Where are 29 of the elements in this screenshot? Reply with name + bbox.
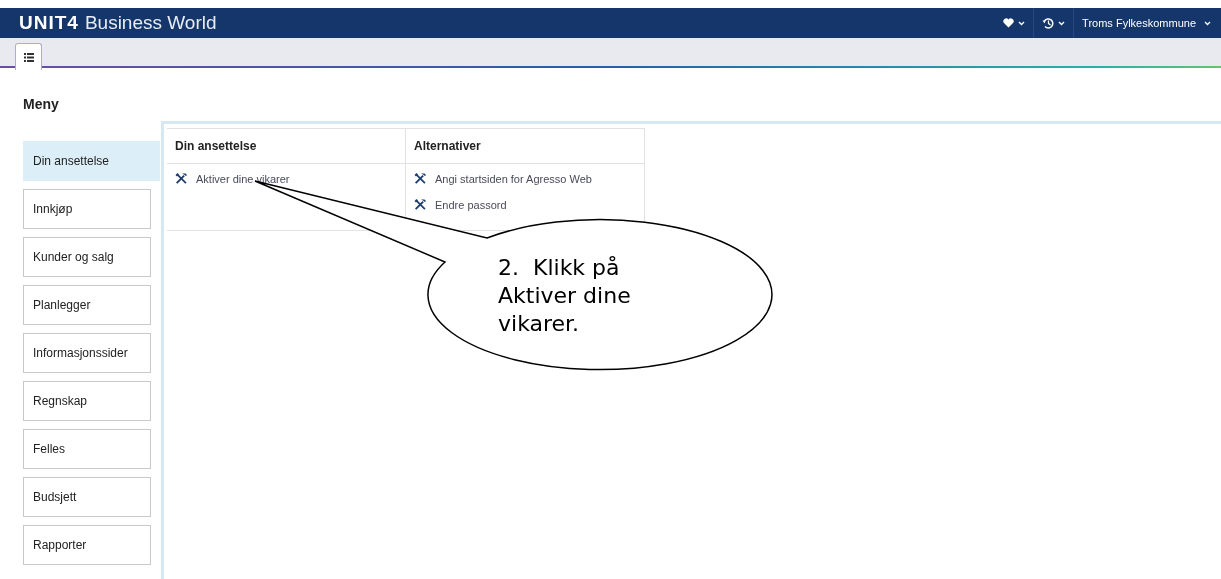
list-icon: [23, 52, 34, 62]
menu-item[interactable]: Felles: [23, 429, 151, 469]
product-name: Business World: [84, 12, 217, 34]
menu-tab[interactable]: [15, 43, 42, 70]
column-heading: Din ansettelse: [167, 129, 405, 164]
chevron-icon[interactable]: [1018, 20, 1026, 26]
menu-item[interactable]: Regnskap: [23, 381, 151, 421]
tools-icon: [175, 173, 188, 184]
menu-item[interactable]: Din ansettelse: [23, 141, 160, 181]
menu-item[interactable]: Rapporter: [23, 525, 151, 565]
menu-title: Meny: [22, 95, 60, 112]
logo: UNIT4: [19, 12, 79, 34]
menu-link[interactable]: Angi startsiden for Agresso Web: [435, 172, 592, 185]
menu-item[interactable]: Kunder og salg: [23, 237, 151, 277]
company-menu[interactable]: Troms Fylkeskommune: [1082, 17, 1196, 29]
menu-item[interactable]: Informasjonssider: [23, 333, 151, 373]
menu-link[interactable]: Aktiver dine vikarer: [196, 172, 290, 185]
menu-item[interactable]: Innkjøp: [23, 189, 151, 229]
heart-icon[interactable]: [1003, 18, 1015, 28]
menu-item[interactable]: Budsjett: [23, 477, 151, 517]
tools-icon: [414, 199, 427, 210]
chevron-icon[interactable]: [1058, 20, 1066, 26]
tools-icon: [414, 173, 427, 184]
callout-text: 2. Klikk på Aktiver dine vikarer.: [498, 254, 632, 338]
chevron-icon[interactable]: [1204, 20, 1211, 26]
column-heading: Alternativer: [406, 129, 644, 164]
history-icon[interactable]: [1042, 17, 1055, 29]
menu-link[interactable]: Endre passord: [435, 198, 507, 211]
menu-item[interactable]: Planlegger: [23, 285, 151, 325]
